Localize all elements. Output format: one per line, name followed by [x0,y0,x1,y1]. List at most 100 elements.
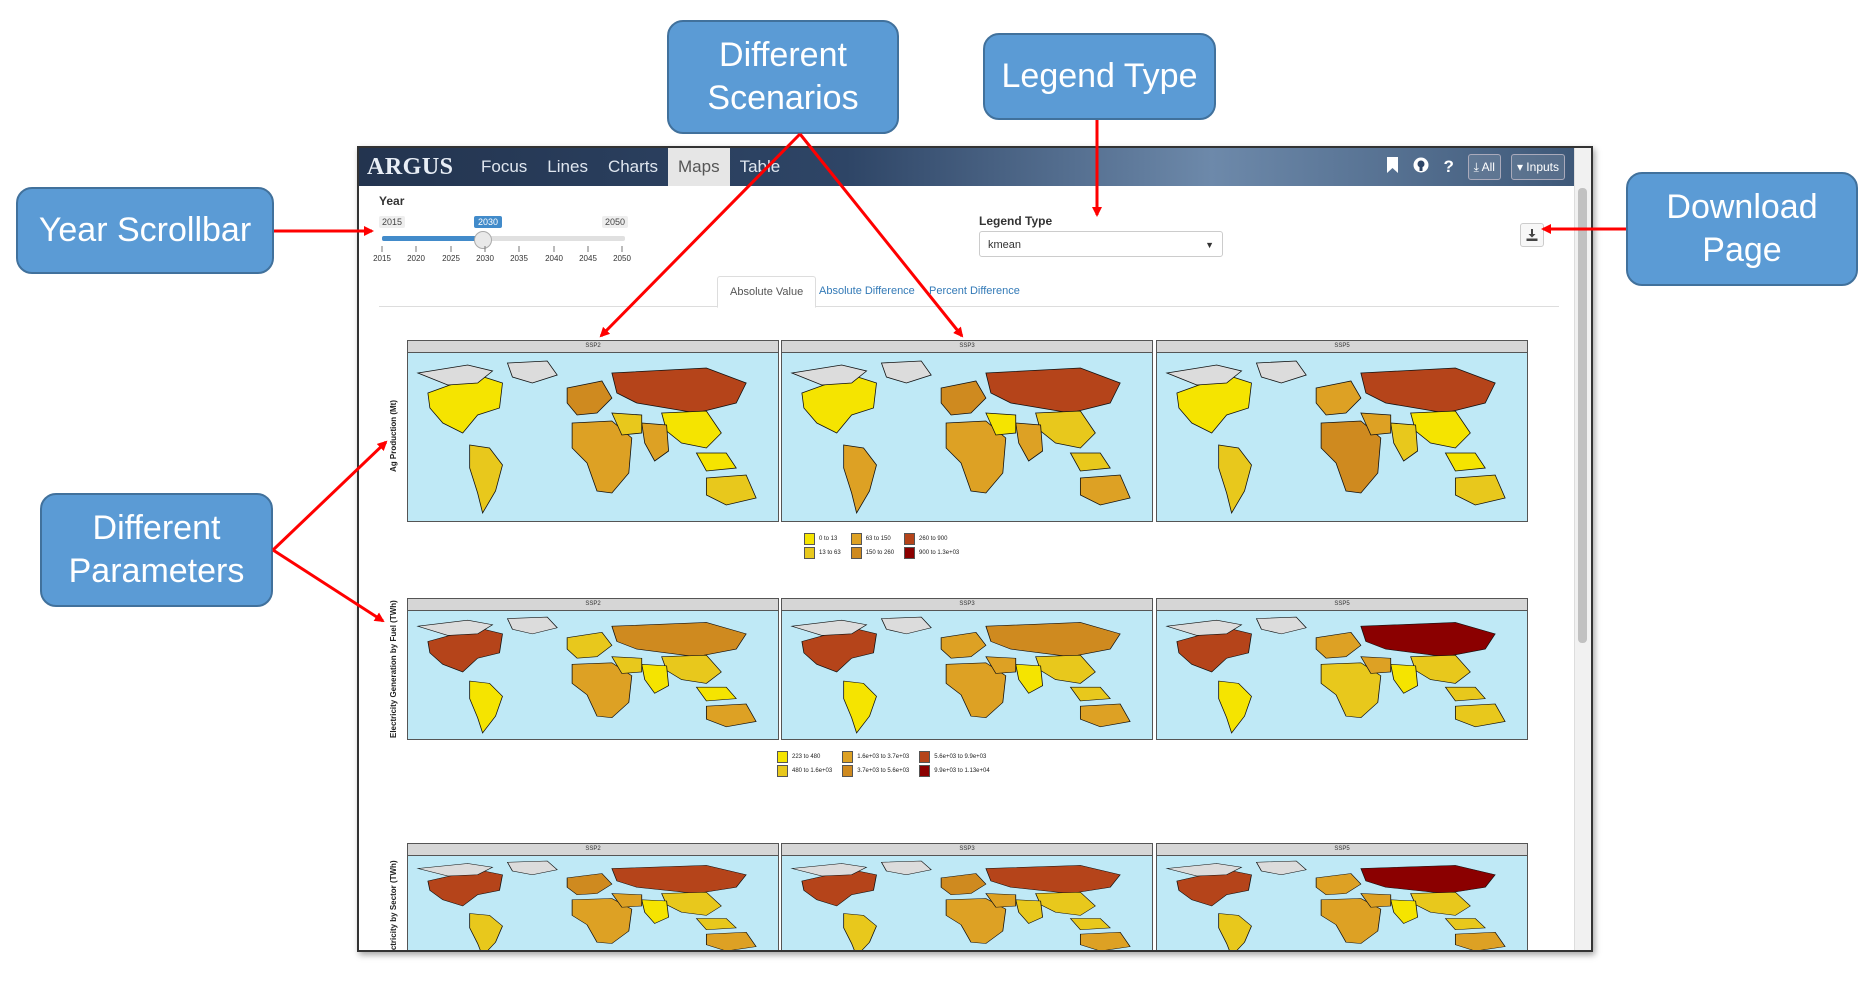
help-icon[interactable]: ? [1440,157,1458,177]
country-region [1035,891,1096,916]
legend-label: 1.6e+03 to 3.7e+03 [857,754,910,760]
country-region [1454,703,1506,728]
legend-label: 150 to 260 [865,550,895,556]
year-min-label: 2015 [379,216,406,228]
world-map [408,856,778,950]
legend-type-select[interactable]: kmean ▼ [979,231,1223,257]
world-map [1157,611,1527,739]
map-panel-ssp2: SSP2 [407,598,779,740]
country-region [611,865,747,894]
country-region [705,931,757,950]
bookmark-icon[interactable] [1384,156,1402,178]
country-region [1218,913,1252,950]
country-region [1015,663,1044,694]
country-region [661,654,722,684]
country-region [1069,918,1111,931]
legend-swatch [850,547,862,559]
country-region [1315,873,1362,896]
country-region [695,918,737,931]
country-region [695,686,737,702]
country-region [1079,703,1131,728]
legend-label: 480 to 1.6e+03 [792,768,833,774]
legend-swatch [777,765,788,777]
tab-percent-difference[interactable]: Percent Difference [917,276,1032,306]
country-region [469,913,503,950]
scenario-label: SSP3 [782,844,1152,856]
legend-label: 63 to 150 [865,536,891,542]
map-panel-ssp5: SSP5 [1156,340,1528,522]
map-legend: 0 to 13 13 to 63 63 to 150 150 to 260 260 to… [804,533,959,559]
year-tick: 2015 [373,254,391,263]
tab-absolute-value[interactable]: Absolute Value [717,276,817,308]
country-region [843,680,877,734]
country-region [1255,860,1307,876]
nav-table[interactable]: Table [730,148,791,186]
country-region [506,360,558,384]
map-legend: 223 to 480 480 to 1.6e+03 1.6e+03 to 3.7e+… [777,751,990,777]
legend-item: 13 to 63 [804,547,841,559]
nav-maps[interactable]: Maps [668,148,730,186]
year-slider-track[interactable] [382,236,625,241]
legend-label: 3.7e+03 to 5.6e+03 [857,768,910,774]
country-region [566,380,613,416]
legend-swatch [850,533,862,545]
year-tick: 2040 [545,254,563,263]
year-tick: 2050 [613,254,631,263]
download-page-button[interactable] [1520,223,1544,247]
year-tick: 2030 [476,254,494,263]
legend-swatch [919,765,931,777]
country-region [611,367,747,414]
country-region [1255,360,1307,384]
legend-item: 5.6e+03 to 9.9e+03 [919,751,989,763]
scenario-label: SSP5 [1157,844,1527,856]
country-region [705,474,757,506]
country-region [641,899,670,924]
legend-item: 3.7e+03 to 5.6e+03 [842,765,909,777]
legend-item: 223 to 480 [777,751,832,763]
country-region [1315,380,1362,416]
parameter-label: Electricity Generation by Fuel (TWh) [389,600,398,738]
country-region [880,616,932,635]
country-region [1360,865,1496,894]
country-region [880,360,932,384]
download-all-button[interactable]: ⤓ All [1467,154,1501,180]
tab-absolute-difference[interactable]: Absolute Difference [807,276,927,306]
country-region [1360,622,1496,658]
country-region [1390,663,1419,694]
legend-label: 0 to 13 [819,536,838,542]
map-panel-ssp3: SSP3 [781,843,1153,950]
inputs-button[interactable]: ▾ Inputs [1510,154,1565,180]
legend-swatch [904,547,916,559]
country-region [1444,918,1486,931]
nav-charts[interactable]: Charts [598,148,668,186]
brand-logo[interactable]: ARGUS [367,154,454,181]
country-region [843,444,877,515]
scrollbar[interactable] [1574,148,1591,950]
nav-focus[interactable]: Focus [471,148,537,186]
nav-lines[interactable]: Lines [537,148,598,186]
country-region [940,380,987,416]
map-panel-ssp3: SSP3 [781,340,1153,522]
caret-down-icon: ▼ [1205,240,1214,250]
legend-swatch [919,751,931,763]
scenario-label: SSP3 [782,599,1152,611]
scrollbar-thumb[interactable] [1578,188,1587,643]
parameter-label: Ag Production (Mt) [389,400,398,472]
country-region [880,860,932,876]
country-region [566,631,613,659]
country-region [1218,444,1252,515]
legend-swatch [904,533,916,545]
country-region [1410,654,1471,684]
country-region [1069,452,1111,472]
legend-type-value: kmean [988,239,1022,251]
world-map [1157,353,1527,521]
country-region [506,616,558,635]
country-region [566,873,613,896]
country-region [985,622,1121,658]
year-max-label: 2050 [602,216,629,228]
callout-download-page: Download Page [1626,172,1858,286]
legend-swatch [804,533,815,545]
github-icon[interactable] [1412,157,1430,178]
country-region [641,422,670,462]
scenario-label: SSP2 [408,341,778,353]
